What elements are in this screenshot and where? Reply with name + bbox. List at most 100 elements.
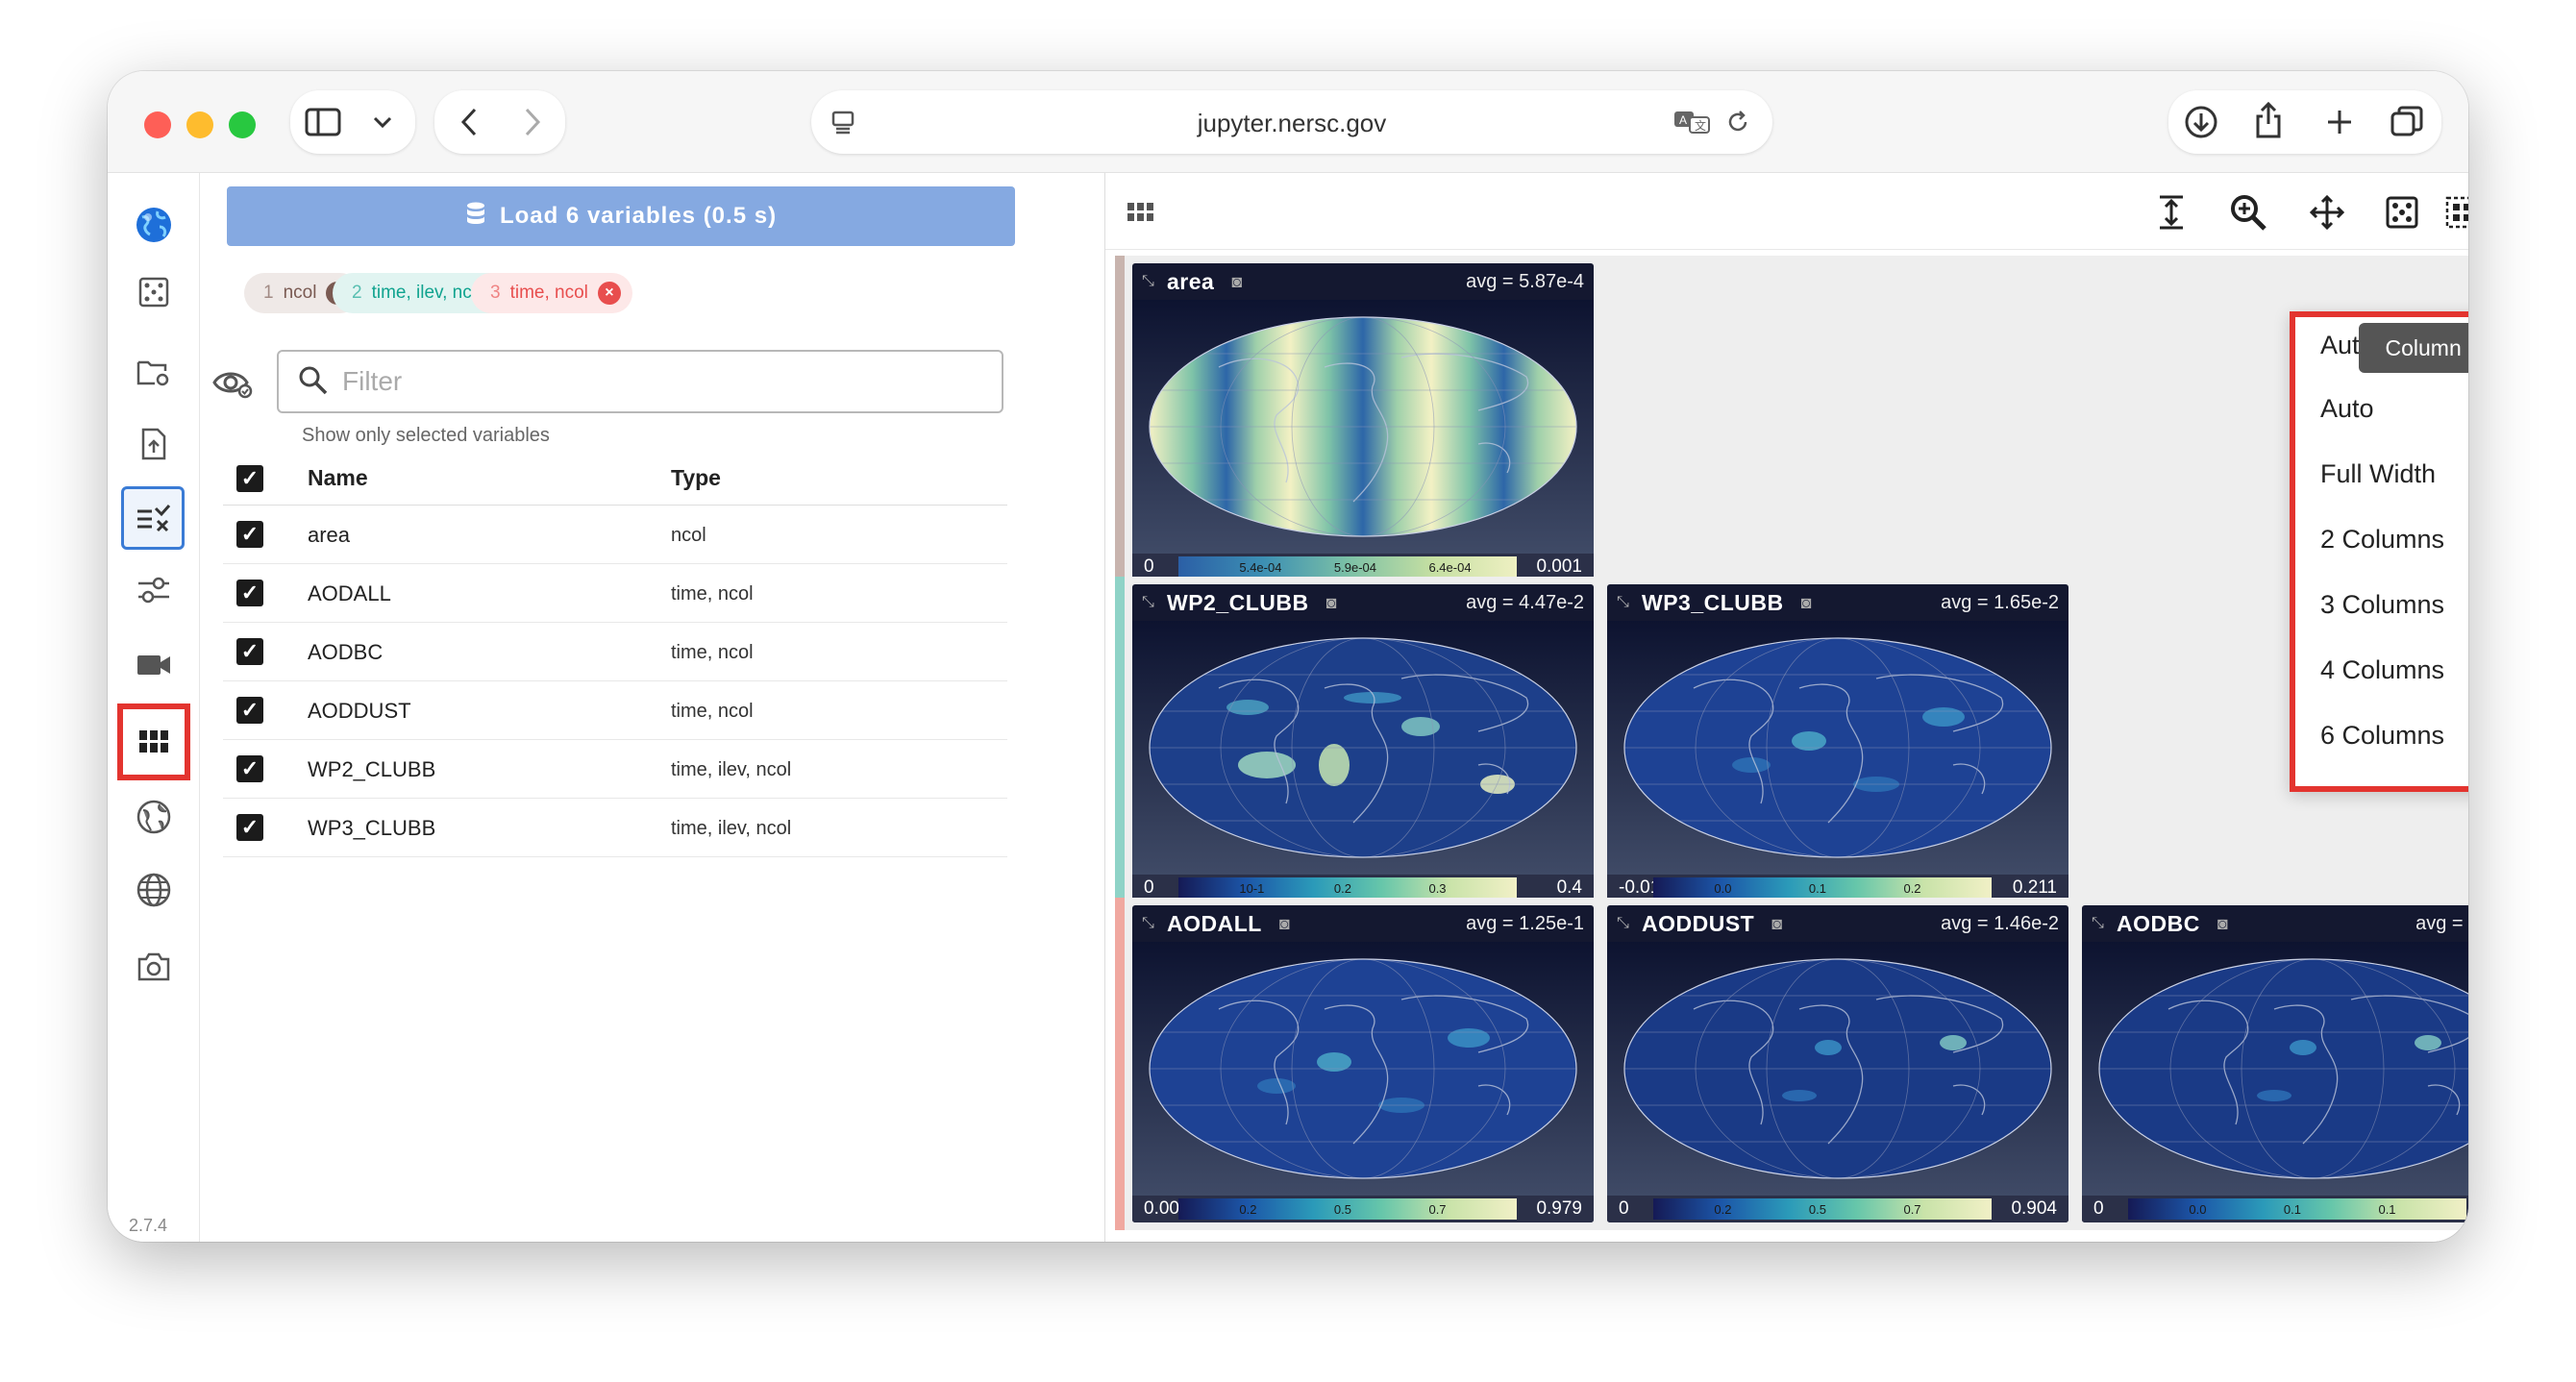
svg-text:A: A — [1679, 113, 1687, 127]
dice-icon[interactable] — [2380, 190, 2424, 234]
plot-average: avg = 1.25e-1 — [1466, 912, 1584, 934]
folder-settings-icon[interactable] — [131, 350, 177, 396]
colorbar-row: 00.00.10.10.128 — [2082, 1196, 2468, 1222]
new-tab-icon[interactable] — [2318, 101, 2361, 143]
snapshot-camera-icon[interactable]: ◙ — [1771, 914, 1782, 934]
chip-label: ncol — [283, 283, 317, 303]
globe-grid-icon[interactable] — [131, 867, 177, 913]
plot-card[interactable]: ⤡AODBC◙avg = 5.40e-300.00.10.10.128 — [2082, 905, 2468, 1222]
row-checkbox[interactable]: ✓ — [236, 697, 263, 724]
plot-card[interactable]: ⤡ AODALL ◙ avg = 1.25e-1 0.004 0.2 0.5 0.7 0.979 — [1132, 905, 1594, 1222]
globe-outline-icon[interactable] — [131, 794, 177, 840]
expand-icon[interactable]: ⤡ — [1142, 273, 1167, 290]
grid-view-icon[interactable] — [1119, 190, 1163, 234]
snapshot-camera-icon[interactable]: ◙ — [1231, 272, 1242, 292]
forward-arrow-icon[interactable] — [511, 101, 554, 143]
colorbar-min: 0 — [1619, 1198, 1629, 1219]
share-icon[interactable] — [2247, 96, 2290, 144]
zoom-window-button[interactable] — [229, 111, 256, 138]
variable-type: time, ncol — [671, 642, 754, 663]
video-camera-icon[interactable] — [131, 642, 177, 688]
app-sidebar: 2.7.4 — [108, 173, 200, 1242]
filter-field[interactable] — [277, 350, 1003, 413]
select-all-checkbox[interactable]: ✓ — [236, 465, 263, 492]
plot-average: avg = 1.46e-2 — [1941, 912, 2059, 934]
expand-icon[interactable]: ⤡ — [1142, 915, 1167, 932]
plot-card[interactable]: ⤡ AODDUST ◙ avg = 1.46e-2 0 0.2 0.5 0.7 0.904 — [1607, 905, 2068, 1222]
plot-header: ⤡ WP3_CLUBB ◙ avg = 1.65e-2 — [1607, 584, 2068, 621]
file-upload-icon[interactable] — [131, 421, 177, 467]
row-checkbox[interactable]: ✓ — [236, 814, 263, 841]
variable-selector-button[interactable] — [121, 486, 185, 550]
table-row[interactable]: ✓ WP3_CLUBB time, ilev, ncol — [223, 799, 1007, 857]
row-checkbox[interactable]: ✓ — [236, 638, 263, 665]
plot-card[interactable]: ⤡ area ◙ avg = 5.87e-4 0 5.4e-04 5.9e-04 6.4e-0… — [1132, 263, 1594, 580]
close-window-button[interactable] — [144, 111, 171, 138]
fit-height-icon[interactable] — [2149, 190, 2193, 234]
column-option[interactable]: Full Width1 — [2320, 459, 2468, 498]
map-projection[interactable] — [1132, 621, 1594, 875]
column-option[interactable]: 3 Columns3 — [2320, 590, 2468, 629]
snapshot-camera-icon[interactable]: ◙ — [1801, 593, 1812, 613]
translate-icon[interactable]: A文 — [1671, 102, 1713, 142]
variable-name: WP3_CLUBB — [308, 816, 436, 840]
expand-icon[interactable]: ⤡ — [1617, 915, 1642, 932]
table-row[interactable]: ✓ WP2_CLUBB time, ilev, ncol — [223, 740, 1007, 799]
map-projection[interactable] — [1132, 942, 1594, 1196]
sidebar-toggle-icon[interactable] — [302, 101, 344, 143]
eye-icon[interactable] — [211, 365, 258, 400]
colorbar-min: 0 — [1144, 556, 1154, 577]
download-icon[interactable] — [2180, 101, 2222, 143]
load-variables-button[interactable]: Load 6 variables (0.5 s) — [227, 186, 1015, 246]
column-option[interactable]: 4 Columns4 — [2320, 655, 2468, 694]
table-row[interactable]: ✓ AODDUST time, ncol — [223, 681, 1007, 740]
filter-input[interactable] — [342, 363, 977, 400]
plot-header: ⤡ AODALL ◙ avg = 1.25e-1 — [1132, 905, 1594, 942]
table-row[interactable]: ✓ AODBC time, ncol — [223, 623, 1007, 681]
plot-card[interactable]: ⤡ WP3_CLUBB ◙ avg = 1.65e-2 -0.01 0.0 0.1 0.2 0.… — [1607, 584, 2068, 901]
column-option[interactable]: 2 Columns2 — [2320, 525, 2468, 563]
row-checkbox[interactable]: ✓ — [236, 580, 263, 606]
plot-card[interactable]: ⤡ WP2_CLUBB ◙ avg = 4.47e-2 0 10-1 0.2 0.3 0.4 — [1132, 584, 1594, 901]
reload-icon[interactable] — [1719, 102, 1757, 142]
map-projection[interactable] — [1132, 300, 1594, 554]
nav-button-group — [434, 90, 565, 154]
row-checkbox[interactable]: ✓ — [236, 755, 263, 782]
chip-remove-icon[interactable]: × — [597, 282, 621, 305]
expand-icon[interactable]: ⤡ — [1617, 594, 1642, 611]
column-option[interactable]: Auto0 — [2320, 394, 2468, 432]
camera-icon[interactable] — [131, 944, 177, 990]
minimize-window-button[interactable] — [186, 111, 213, 138]
pan-move-icon[interactable] — [2305, 190, 2349, 234]
colorbar: 0.2 0.5 0.7 — [1178, 1198, 1517, 1220]
sliders-icon[interactable] — [131, 567, 177, 613]
table-row[interactable]: ✓ AODALL time, ncol — [223, 564, 1007, 623]
database-icon — [465, 201, 486, 233]
table-row[interactable]: ✓ area ncol — [223, 506, 1007, 564]
snapshot-camera-icon[interactable]: ◙ — [1326, 593, 1337, 613]
column-option-label: 3 Columns — [2320, 590, 2445, 619]
group-color-bar — [1115, 577, 1125, 909]
chevron-down-icon[interactable] — [363, 101, 402, 143]
dice-icon[interactable] — [131, 269, 177, 315]
snapshot-camera-icon[interactable]: ◙ — [2217, 914, 2228, 934]
back-arrow-icon[interactable] — [448, 101, 490, 143]
zoom-icon[interactable] — [2226, 190, 2270, 234]
dimension-chip[interactable]: 3 time, ncol × — [471, 273, 632, 313]
map-projection[interactable] — [2082, 942, 2468, 1196]
expand-icon[interactable]: ⤡ — [1142, 594, 1167, 611]
column-option[interactable]: 6 Columns6 — [2320, 721, 2468, 759]
colorbar-tick: 0.2 — [1239, 1202, 1257, 1217]
globe-logo-icon[interactable] — [131, 202, 177, 248]
grid-layout-icon[interactable] — [131, 719, 177, 765]
colorbar-tick: 6.4e-04 — [1428, 560, 1472, 575]
map-projection[interactable] — [1607, 942, 2068, 1196]
tab-overview-icon[interactable] — [2386, 101, 2428, 143]
column-option-label: Auto — [2320, 394, 2374, 423]
address-bar[interactable]: jupyter.nersc.gov A文 — [811, 90, 1772, 154]
snapshot-camera-icon[interactable]: ◙ — [1279, 914, 1290, 934]
row-checkbox[interactable]: ✓ — [236, 521, 263, 548]
expand-icon[interactable]: ⤡ — [2092, 915, 2117, 932]
grid-select-icon[interactable] — [2440, 190, 2468, 234]
map-projection[interactable] — [1607, 621, 2068, 875]
